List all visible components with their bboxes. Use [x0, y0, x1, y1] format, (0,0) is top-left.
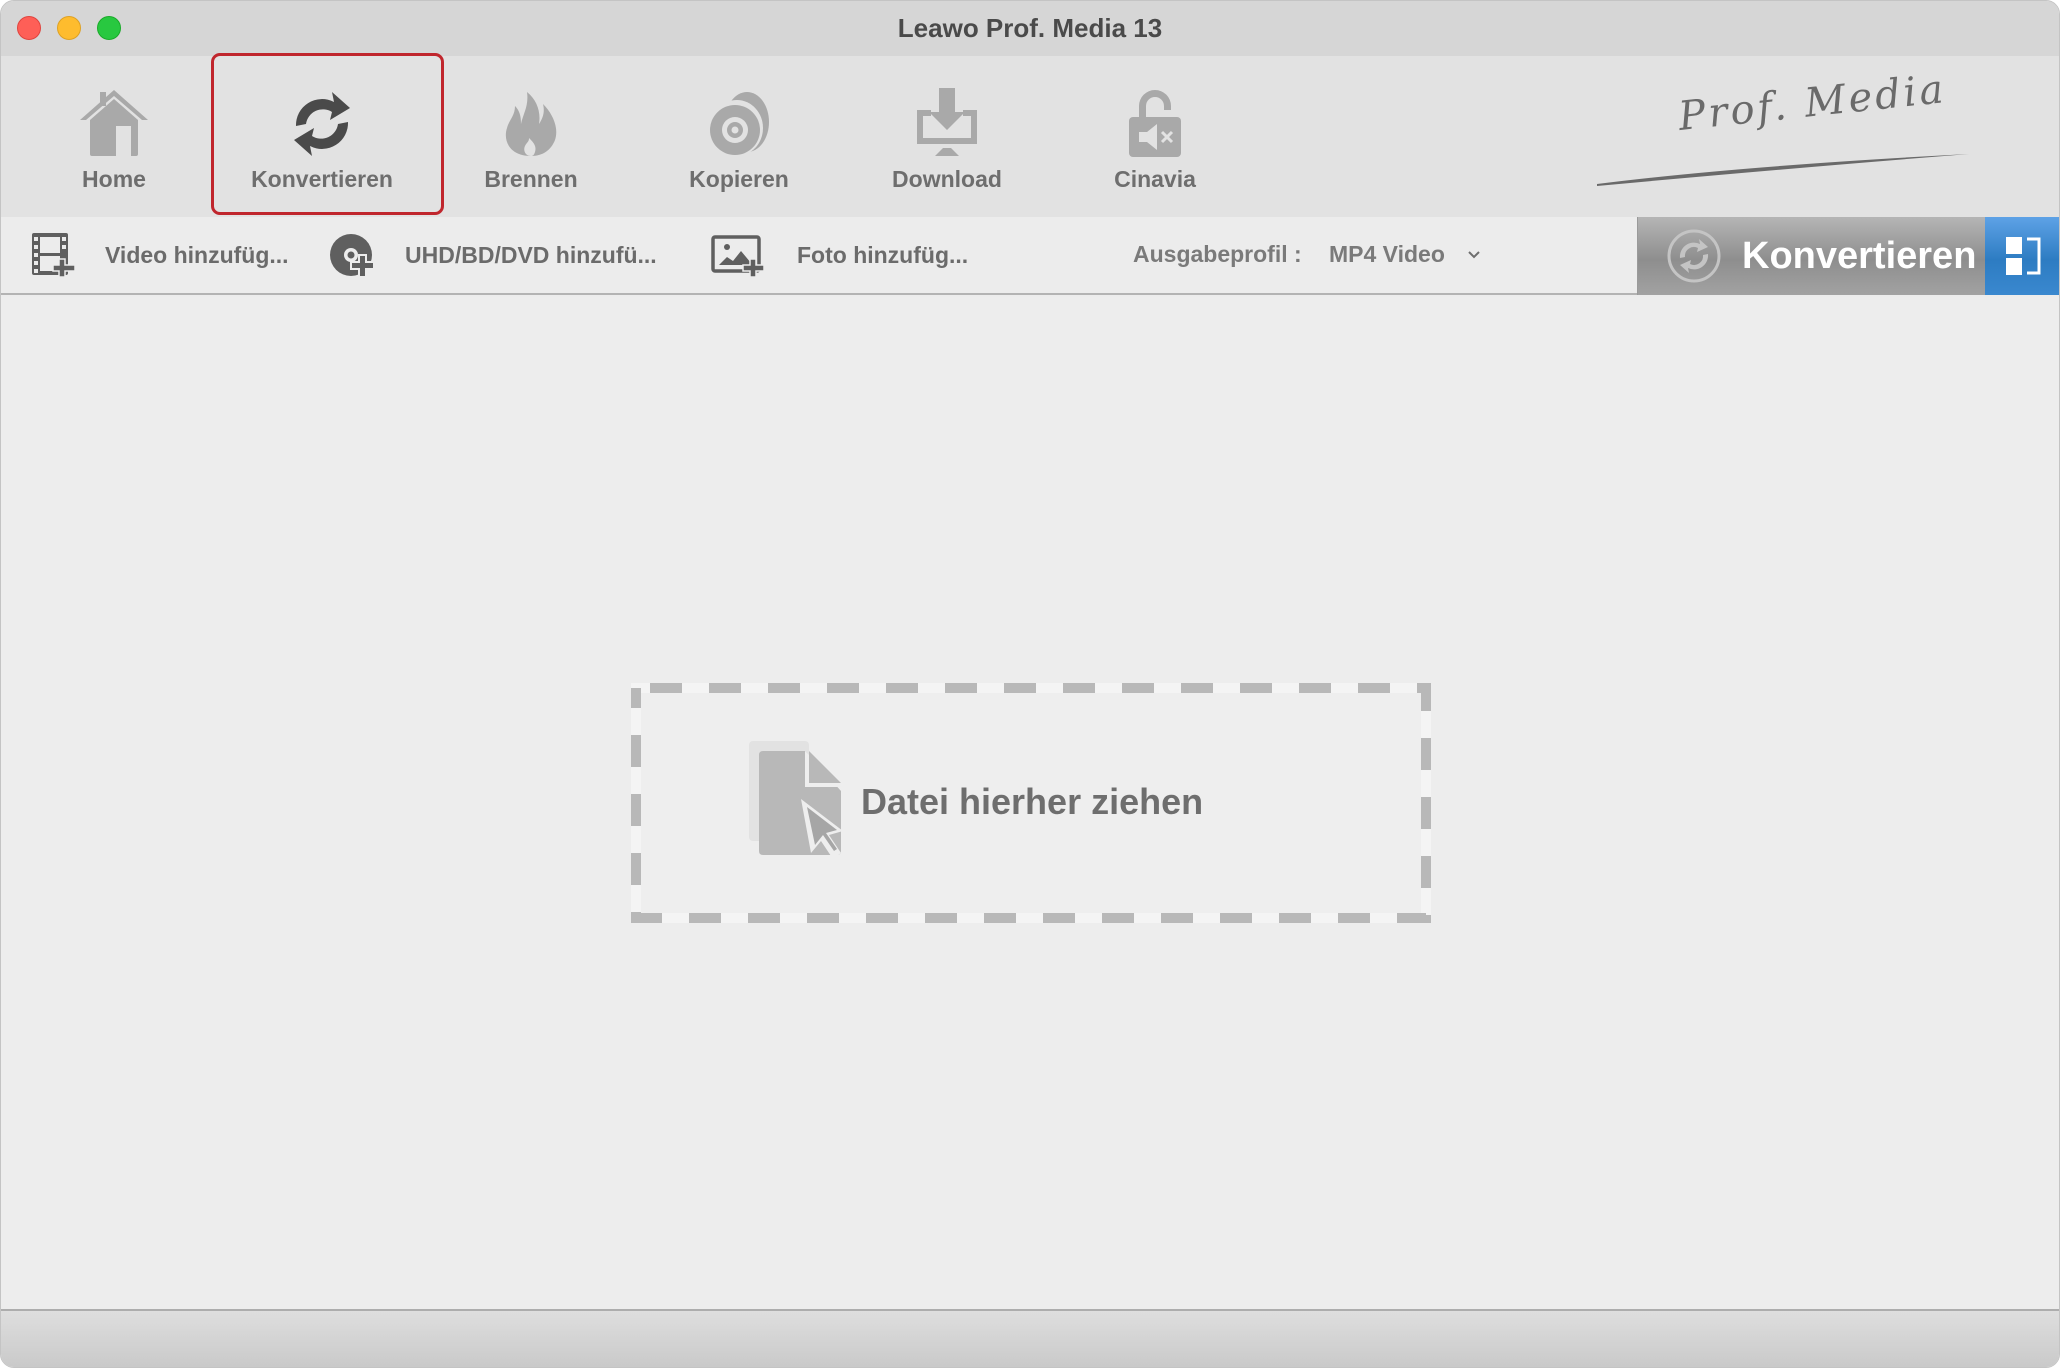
- unlock-mute-icon: [1129, 90, 1181, 157]
- convert-button[interactable]: Konvertieren: [1637, 217, 1985, 295]
- tab-home-label: Home: [82, 166, 146, 192]
- drag-file-icon: [749, 741, 843, 859]
- add-photo-label: Foto hinzufüg...: [797, 241, 969, 268]
- convert-icon: [294, 92, 350, 156]
- layout-toggle-button[interactable]: [1985, 217, 2059, 295]
- tab-konvertieren-label: Konvertieren: [251, 166, 393, 192]
- tab-kopieren[interactable]: Kopieren: [635, 56, 843, 217]
- app-window: Leawo Prof. Media 13 Home Konvertieren B…: [0, 0, 2060, 1368]
- tab-download[interactable]: Download: [843, 56, 1051, 217]
- tab-home[interactable]: Home: [10, 56, 218, 217]
- tab-cinavia[interactable]: Cinavia: [1051, 56, 1259, 217]
- chevron-down-icon: [1468, 250, 1480, 258]
- home-icon: [80, 90, 148, 156]
- layout-panel-icon: [2006, 237, 2041, 275]
- add-photo-icon: [711, 235, 765, 278]
- tab-brennen-label: Brennen: [484, 166, 578, 192]
- add-photo-button[interactable]: Foto hinzufüg...: [709, 217, 968, 293]
- output-profile-value: MP4 Video: [1329, 241, 1445, 267]
- add-disc-label[interactable]: UHD/BD/DVD hinzufü...: [405, 242, 657, 269]
- window-title: Leawo Prof. Media 13: [897, 13, 1163, 43]
- add-video-icon: [32, 233, 76, 278]
- add-disc-button[interactable]: UHD/BD/DVD hinzufü...: [329, 217, 657, 293]
- brand-logo: Prof. Media: [1589, 66, 1989, 196]
- output-profile-label: Ausgabeprofil :: [1133, 241, 1302, 267]
- tab-kopieren-label: Kopieren: [689, 166, 789, 192]
- main-toolbar: Home Konvertieren Brennen Kopieren Downl…: [1, 53, 2059, 217]
- add-disc-icon: [330, 234, 375, 278]
- disc-copy-icon: [710, 92, 769, 156]
- tab-download-label: Download: [892, 166, 1002, 192]
- brand-swoosh: [1597, 154, 1969, 186]
- tab-cinavia-label: Cinavia: [1114, 166, 1196, 192]
- flame-icon: [505, 92, 557, 156]
- drop-zone[interactable]: Datei hierher ziehen: [631, 683, 1431, 923]
- add-video-button[interactable]: Video hinzufüg...: [29, 217, 289, 293]
- output-profile-select[interactable]: MP4 Video: [1329, 241, 1481, 268]
- convert-button-label: Konvertieren: [1742, 234, 1977, 277]
- title-bar: Leawo Prof. Media 13: [1, 1, 2059, 56]
- drop-zone-text: Datei hierher ziehen: [861, 781, 1204, 822]
- file-list-area[interactable]: Datei hierher ziehen: [1, 297, 2059, 1309]
- tab-konvertieren[interactable]: Konvertieren: [218, 56, 426, 217]
- download-icon: [917, 88, 977, 156]
- convert-circle-icon: [1667, 229, 1721, 283]
- status-bar: [1, 1309, 2059, 1367]
- tab-brennen[interactable]: Brennen: [427, 56, 635, 217]
- add-video-label: Video hinzufüg...: [105, 241, 289, 268]
